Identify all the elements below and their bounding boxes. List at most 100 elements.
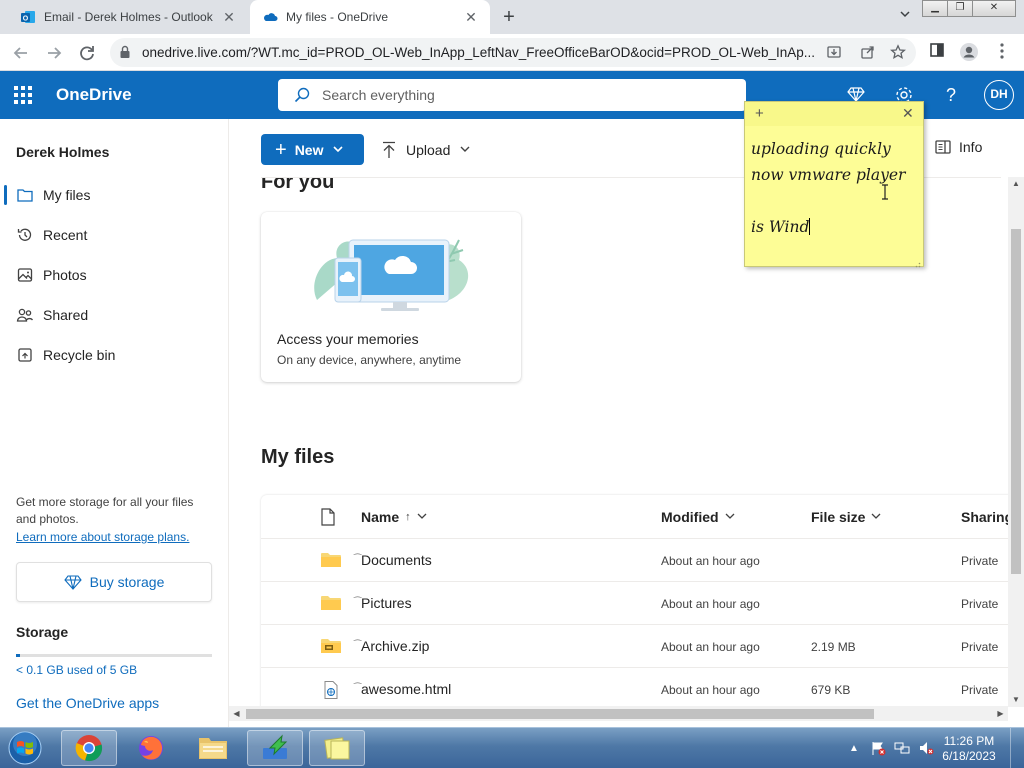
scroll-right-arrow-icon[interactable]: ▶	[993, 706, 1008, 721]
resize-grip-icon[interactable]	[913, 256, 921, 268]
help-icon[interactable]: ?	[941, 85, 961, 105]
file-modified: About an hour ago	[661, 683, 760, 697]
buy-storage-button[interactable]: Buy storage	[16, 562, 212, 602]
sidebar-item-shared[interactable]: Shared	[0, 297, 228, 333]
text-cursor-icon	[880, 184, 890, 200]
show-hidden-icons-icon[interactable]: ▲	[844, 738, 864, 758]
file-name[interactable]: Documents	[361, 552, 432, 568]
share-icon[interactable]	[859, 44, 877, 62]
sidebar-item-my-files[interactable]: My files	[0, 177, 228, 213]
sticky-note-window[interactable]: + ✕ uploading quickly now vmware player …	[744, 101, 924, 268]
text-caret	[809, 218, 811, 235]
volume-muted-icon[interactable]	[916, 738, 936, 758]
chevron-down-icon	[725, 511, 735, 523]
file-sharing: Private	[961, 640, 999, 654]
table-row[interactable]: ⁔ Documents About an hour ago Private	[261, 539, 1010, 582]
new-note-button[interactable]: +	[755, 105, 764, 122]
app-launcher-icon[interactable]	[14, 86, 32, 104]
close-icon[interactable]: ✕	[462, 8, 480, 26]
tab-outlook[interactable]: O Email - Derek Holmes - Outlook ✕	[8, 0, 248, 34]
column-header-name[interactable]: Name ↑	[361, 509, 427, 525]
search-input[interactable]	[322, 79, 722, 111]
close-note-button[interactable]: ✕	[902, 105, 914, 122]
file-name[interactable]: Pictures	[361, 595, 412, 611]
sidebar-item-photos[interactable]: Photos	[0, 257, 228, 293]
sticky-notes-icon	[324, 737, 350, 760]
scroll-left-arrow-icon[interactable]: ◀	[229, 706, 244, 721]
action-center-flag-icon[interactable]	[868, 738, 888, 758]
network-icon[interactable]	[892, 738, 912, 758]
scroll-up-arrow-icon[interactable]: ▲	[1008, 177, 1024, 191]
forward-button[interactable]	[43, 42, 65, 64]
storage-usage-fill	[16, 654, 20, 657]
column-header-file-size[interactable]: File size	[811, 509, 881, 525]
column-header-modified[interactable]: Modified	[661, 509, 735, 525]
file-size: 679 KB	[811, 683, 851, 697]
tab-search-icon[interactable]	[896, 8, 914, 26]
omnibox[interactable]: onedrive.live.com/?WT.mc_id=PROD_OL-Web_…	[110, 38, 916, 67]
horizontal-scrollbar[interactable]: ◀ ▶	[229, 706, 1008, 721]
storage-heading: Storage	[16, 624, 69, 640]
history-icon	[16, 226, 34, 244]
outlook-icon: O	[20, 9, 36, 25]
file-type-icon[interactable]	[321, 508, 335, 526]
search-box[interactable]	[278, 79, 746, 111]
profile-icon[interactable]	[958, 42, 980, 64]
scrollbar-thumb[interactable]	[246, 709, 874, 719]
bookmark-star-icon[interactable]	[889, 44, 907, 62]
storage-plans-link[interactable]: Learn more about storage plans.	[16, 530, 189, 544]
firefox-icon	[139, 736, 163, 760]
install-app-icon[interactable]	[825, 44, 843, 62]
taskbar-sticky-notes[interactable]	[309, 730, 365, 766]
onedrive-cloud-icon	[262, 9, 278, 25]
url-text[interactable]: onedrive.live.com/?WT.mc_id=PROD_OL-Web_…	[142, 45, 822, 60]
taskbar-clock[interactable]: 11:26 PM 6/18/2023	[937, 734, 1001, 764]
sidebar-item-label: My files	[43, 187, 91, 203]
close-icon[interactable]: ✕	[220, 8, 238, 26]
taskbar-downloads[interactable]	[247, 730, 303, 766]
tab-onedrive[interactable]: My files - OneDrive ✕	[250, 0, 490, 34]
for-you-heading: For you	[261, 177, 335, 193]
scrollbar-thumb[interactable]	[1011, 229, 1021, 574]
table-row[interactable]: ⁔ Archive.zip About an hour ago 2.19 MB …	[261, 625, 1010, 668]
file-name[interactable]: awesome.html	[361, 681, 451, 697]
clock-time: 11:26 PM	[943, 734, 995, 748]
side-panel-icon[interactable]	[926, 42, 948, 64]
account-avatar[interactable]: DH	[984, 80, 1014, 110]
sticky-note-text[interactable]: uploading quickly now vmware player is W…	[751, 136, 923, 240]
vertical-scrollbar[interactable]: ▲ ▼	[1008, 177, 1024, 707]
svg-text:O: O	[23, 16, 29, 23]
new-button[interactable]: + New	[261, 134, 364, 165]
get-apps-link[interactable]: Get the OneDrive apps	[16, 695, 159, 711]
show-desktop-button[interactable]	[1010, 728, 1024, 768]
start-button[interactable]	[3, 730, 47, 766]
column-header-sharing[interactable]: Sharing	[961, 509, 1010, 525]
taskbar-explorer[interactable]	[185, 730, 241, 766]
chrome-menu-icon[interactable]	[991, 42, 1013, 64]
buy-storage-label: Buy storage	[89, 574, 165, 590]
file-name[interactable]: Archive.zip	[361, 638, 429, 654]
upload-button[interactable]: Upload	[381, 134, 470, 165]
file-sharing: Private	[961, 683, 999, 697]
brand-name[interactable]: OneDrive	[56, 85, 132, 105]
back-button[interactable]	[10, 42, 32, 64]
scroll-down-arrow-icon[interactable]: ▼	[1008, 693, 1024, 707]
sticky-note-titlebar[interactable]	[745, 102, 923, 126]
close-window-button[interactable]: ✕	[972, 0, 1016, 17]
maximize-button[interactable]: ❐	[947, 0, 973, 17]
info-button[interactable]: Info	[935, 139, 982, 155]
table-row[interactable]: ⁔ Pictures About an hour ago Private	[261, 582, 1010, 625]
new-tab-button[interactable]: +	[498, 6, 520, 28]
taskbar-chrome[interactable]	[61, 730, 117, 766]
minimize-button[interactable]: ▁	[922, 0, 948, 17]
storage-used-link[interactable]: < 0.1 GB used of 5 GB	[16, 663, 137, 677]
reload-button[interactable]	[76, 42, 98, 64]
upload-label: Upload	[406, 141, 451, 158]
memories-card[interactable]: Access your memories On any device, anyw…	[261, 212, 521, 382]
folder-icon	[321, 595, 341, 611]
taskbar-firefox[interactable]	[123, 730, 179, 766]
sidebar-item-recycle-bin[interactable]: Recycle bin	[0, 337, 228, 373]
sidebar-item-recent[interactable]: Recent	[0, 217, 228, 253]
table-row[interactable]: ⁔ awesome.html About an hour ago 679 KB …	[261, 668, 1010, 708]
sidebar-item-label: Shared	[43, 307, 89, 323]
